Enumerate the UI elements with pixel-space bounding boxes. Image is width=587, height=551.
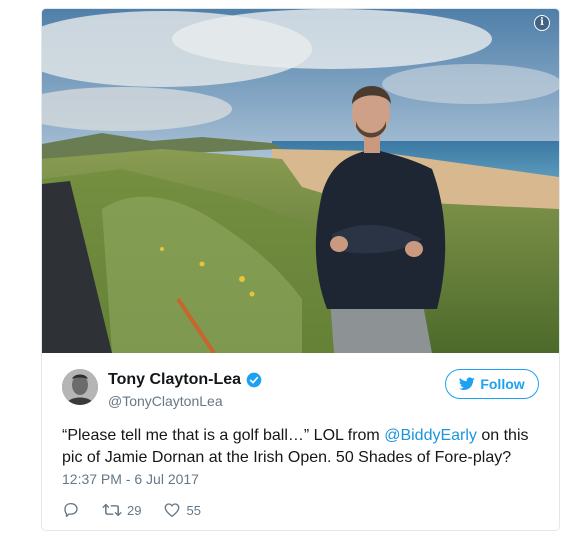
- follow-button[interactable]: Follow: [445, 369, 539, 399]
- author-name[interactable]: Tony Clayton-Lea: [108, 371, 241, 389]
- retweet-icon: [102, 503, 122, 517]
- twitter-bird-icon: [459, 377, 476, 390]
- photo-illustration: [42, 9, 559, 353]
- mention-link[interactable]: @BiddyEarly: [384, 427, 477, 444]
- tweet-card: i Tony Clayton-Lea @TonyClaytonLea Follo…: [41, 8, 560, 531]
- info-icon[interactable]: i: [534, 15, 550, 31]
- tweet-timestamp[interactable]: 12:37 PM - 6 Jul 2017: [62, 471, 199, 487]
- tweet-photo[interactable]: i: [42, 9, 559, 353]
- like-count: 55: [186, 502, 201, 518]
- author-name-row: Tony Clayton-Lea: [108, 371, 262, 389]
- tweet-text-part1: “Please tell me that is a golf ball…” LO…: [62, 427, 385, 444]
- retweet-count: 29: [127, 502, 142, 518]
- reply-button[interactable]: [62, 501, 80, 519]
- heart-icon: [165, 503, 180, 518]
- tweet-header: Tony Clayton-Lea @TonyClaytonLea Follow: [42, 353, 559, 419]
- reply-icon: [64, 502, 78, 518]
- follow-label: Follow: [480, 376, 525, 392]
- retweet-button[interactable]: 29: [102, 501, 141, 519]
- author-handle[interactable]: @TonyClaytonLea: [108, 393, 223, 409]
- avatar-image: [62, 369, 98, 405]
- verified-badge-icon: [246, 372, 262, 388]
- tweet-actions: 29 55: [62, 501, 201, 519]
- tweet-text: “Please tell me that is a golf ball…” LO…: [62, 425, 542, 469]
- avatar[interactable]: [62, 369, 98, 405]
- like-button[interactable]: 55: [163, 501, 201, 519]
